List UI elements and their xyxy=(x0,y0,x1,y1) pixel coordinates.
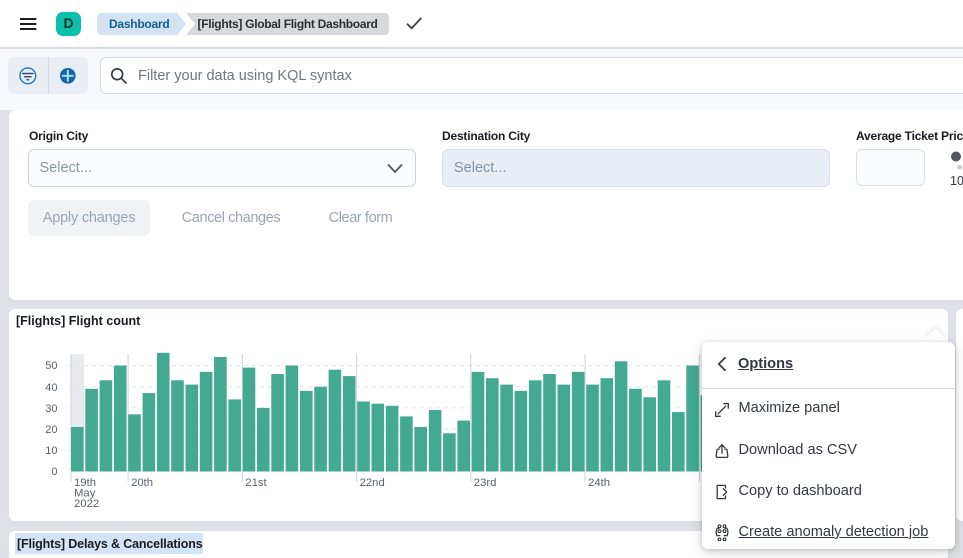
svg-text:2022: 2022 xyxy=(74,498,99,510)
svg-text:24th: 24th xyxy=(588,477,610,489)
svg-text:40: 40 xyxy=(45,382,57,394)
svg-text:30: 30 xyxy=(45,403,57,415)
svg-text:50: 50 xyxy=(45,360,57,372)
svg-text:23rd: 23rd xyxy=(474,477,497,489)
svg-text:21st: 21st xyxy=(245,477,267,489)
svg-text:22nd: 22nd xyxy=(360,477,385,489)
svg-text:20th: 20th xyxy=(131,477,153,489)
svg-text:10: 10 xyxy=(45,445,57,457)
svg-text:0: 0 xyxy=(51,466,57,478)
svg-text:20: 20 xyxy=(45,424,57,436)
